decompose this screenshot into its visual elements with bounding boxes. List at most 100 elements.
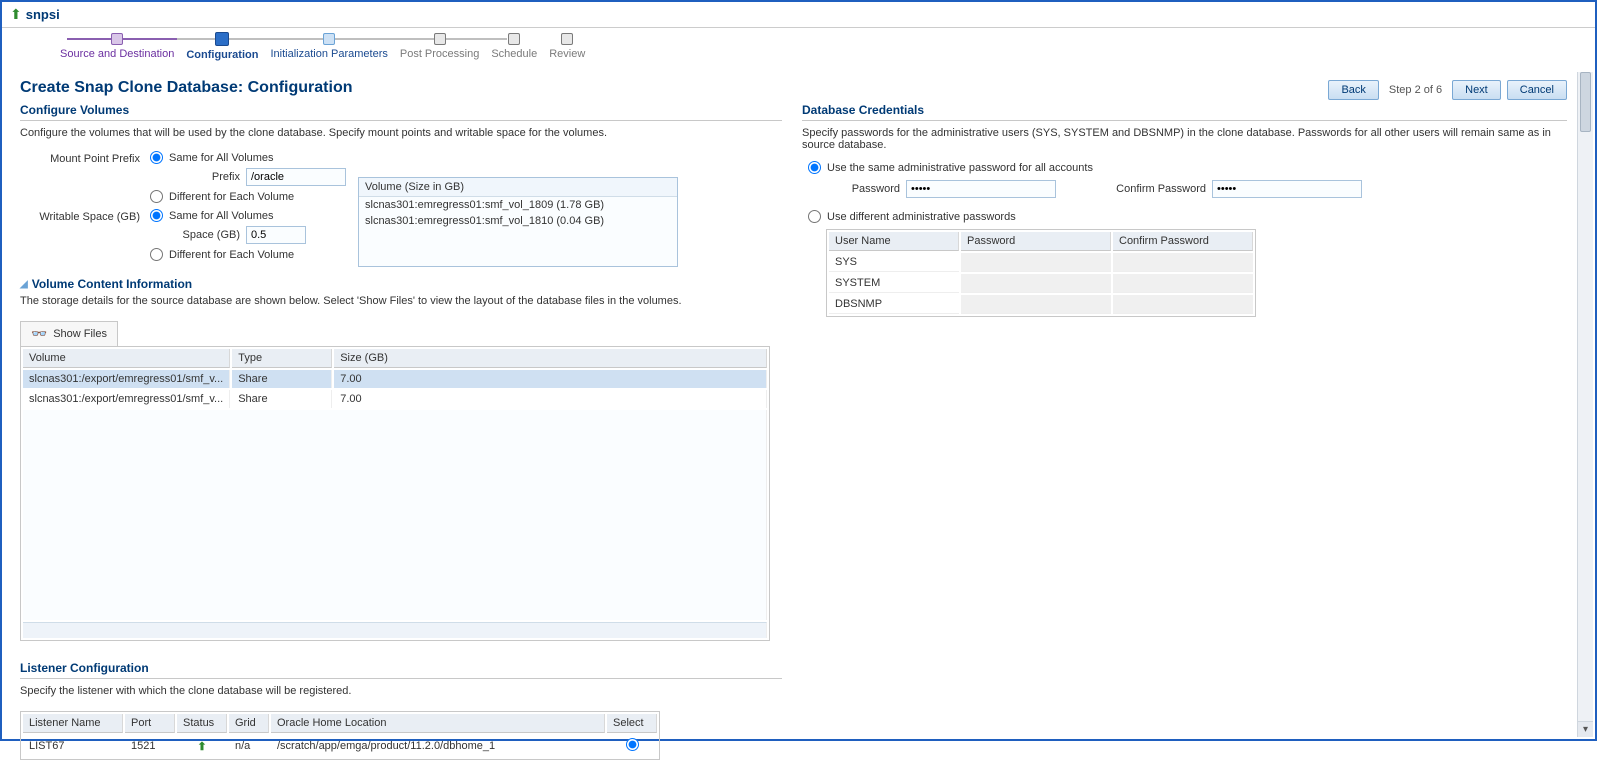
train-step-2-box[interactable] <box>215 32 229 46</box>
lcol-select: Select <box>607 714 657 733</box>
page-header: ⬆ snpsi <box>2 2 1595 28</box>
show-files-button[interactable]: 👓 Show Files <box>20 321 118 346</box>
ccol-cpw: Confirm Password <box>1113 232 1253 251</box>
lcol-port: Port <box>125 714 175 733</box>
lcol-name: Listener Name <box>23 714 123 733</box>
listener-select-radio[interactable] <box>626 738 639 751</box>
credentials-title: Database Credentials <box>802 101 1567 121</box>
writable-same-radio[interactable] <box>150 209 163 222</box>
show-files-label: Show Files <box>53 328 107 340</box>
cred-pw-cell[interactable] <box>961 253 1111 272</box>
confirm-password-input[interactable] <box>1212 180 1362 198</box>
lcell-grid: n/a <box>229 735 269 757</box>
listener-title: Listener Configuration <box>20 659 782 679</box>
writable-same-label: Same for All Volumes <box>169 210 274 222</box>
step-indicator: Step 2 of 6 <box>1385 84 1446 96</box>
cell-volume: slcnas301:/export/emregress01/smf_v... <box>23 370 230 388</box>
table-row[interactable]: slcnas301:/export/emregress01/smf_v... S… <box>23 370 767 388</box>
prefix-input[interactable] <box>246 168 346 186</box>
train-step-3-box[interactable] <box>323 33 335 45</box>
mount-diff-radio[interactable] <box>150 190 163 203</box>
cred-cpw-cell[interactable] <box>1113 253 1253 272</box>
prefix-sublabel: Prefix <box>168 171 240 183</box>
cred-pw-cell[interactable] <box>961 274 1111 293</box>
cell-type: Share <box>232 370 332 388</box>
train-step-3-label[interactable]: Initialization Parameters <box>270 48 387 60</box>
volume-content-desc: The storage details for the source datab… <box>12 293 782 317</box>
space-sublabel: Space (GB) <box>168 229 240 241</box>
confirm-password-label: Confirm Password <box>1086 183 1206 195</box>
train-step-5-label: Schedule <box>491 48 537 60</box>
cred-same-label: Use the same administrative password for… <box>827 162 1093 174</box>
cred-pw-cell[interactable] <box>961 295 1111 314</box>
lcol-grid: Grid <box>229 714 269 733</box>
password-input[interactable] <box>906 180 1056 198</box>
vertical-scrollbar[interactable]: ▾ <box>1577 72 1593 737</box>
train-step-4-box <box>434 33 446 45</box>
volume-content-title-text: Volume Content Information <box>32 277 192 291</box>
train-step-1-label[interactable]: Source and Destination <box>60 48 174 60</box>
volume-list-header: Volume (Size in GB) <box>359 178 677 197</box>
space-input[interactable] <box>246 226 306 244</box>
grid-empty-space <box>23 410 767 620</box>
lcell-name: LIST67 <box>23 735 123 757</box>
status-up-icon: ⬆ <box>197 741 206 753</box>
grid-footer <box>23 622 767 638</box>
col-volume[interactable]: Volume <box>23 349 230 368</box>
volume-list: Volume (Size in GB) slcnas301:emregress0… <box>358 177 678 267</box>
cell-type: Share <box>232 390 332 408</box>
mount-point-label: Mount Point Prefix <box>20 151 150 165</box>
col-size[interactable]: Size (GB) <box>334 349 767 368</box>
cell-size: 7.00 <box>334 370 767 388</box>
next-button[interactable]: Next <box>1452 80 1501 100</box>
volume-row-0: slcnas301:emregress01:smf_vol_1809 (1.78… <box>359 197 677 213</box>
cred-row: DBSNMP <box>829 295 1253 314</box>
volume-row-1: slcnas301:emregress01:smf_vol_1810 (0.04… <box>359 213 677 229</box>
up-arrow-icon[interactable]: ⬆ <box>10 6 22 23</box>
configure-volumes-title: Configure Volumes <box>20 101 782 121</box>
scrollbar-thumb[interactable] <box>1580 72 1591 132</box>
train-step-6-label: Review <box>549 48 585 60</box>
mount-diff-label: Different for Each Volume <box>169 191 294 203</box>
cred-row: SYSTEM <box>829 274 1253 293</box>
cell-size: 7.00 <box>334 390 767 408</box>
train-step-6-box <box>561 33 573 45</box>
train-step-2-label[interactable]: Configuration <box>186 49 258 61</box>
lcell-home: /scratch/app/emga/product/11.2.0/dbhome_… <box>271 735 605 757</box>
train-step-5-box <box>508 33 520 45</box>
train-step-4-label: Post Processing <box>400 48 479 60</box>
listener-row[interactable]: LIST67 1521 ⬆ n/a /scratch/app/emga/prod… <box>23 735 657 757</box>
password-label: Password <box>830 183 900 195</box>
cancel-button[interactable]: Cancel <box>1507 80 1567 100</box>
writable-diff-radio[interactable] <box>150 248 163 261</box>
credentials-desc: Specify passwords for the administrative… <box>802 125 1567 161</box>
wizard-train: Source and Destination Configuration Ini… <box>2 28 1595 71</box>
col-type[interactable]: Type <box>232 349 332 368</box>
train-step-1-box[interactable] <box>111 33 123 45</box>
lcol-status: Status <box>177 714 227 733</box>
cell-volume: slcnas301:/export/emregress01/smf_v... <box>23 390 230 408</box>
ccol-user: User Name <box>829 232 959 251</box>
scrollbar-down-arrow-icon[interactable]: ▾ <box>1578 721 1593 737</box>
cred-cpw-cell[interactable] <box>1113 274 1253 293</box>
cred-diff-label: Use different administrative passwords <box>827 211 1016 223</box>
writable-diff-label: Different for Each Volume <box>169 249 294 261</box>
db-name[interactable]: snpsi <box>26 7 60 22</box>
volume-content-title: ◢ Volume Content Information <box>12 267 782 293</box>
cred-diff-radio[interactable] <box>808 210 821 223</box>
cred-same-radio[interactable] <box>808 161 821 174</box>
lcell-port: 1521 <box>125 735 175 757</box>
listener-desc: Specify the listener with which the clon… <box>12 683 782 707</box>
cred-user: DBSNMP <box>829 295 959 314</box>
cred-row: SYS <box>829 253 1253 272</box>
disclosure-triangle-icon[interactable]: ◢ <box>20 279 28 290</box>
volume-content-table: Volume Type Size (GB) slcnas301:/export/… <box>20 346 770 641</box>
mount-same-radio[interactable] <box>150 151 163 164</box>
listener-table: Listener Name Port Status Grid Oracle Ho… <box>20 711 660 760</box>
glasses-icon: 👓 <box>31 326 47 342</box>
page-actions: Back Step 2 of 6 Next Cancel <box>1328 80 1567 100</box>
cred-cpw-cell[interactable] <box>1113 295 1253 314</box>
back-button[interactable]: Back <box>1328 80 1378 100</box>
table-row[interactable]: slcnas301:/export/emregress01/smf_v... S… <box>23 390 767 408</box>
mount-same-label: Same for All Volumes <box>169 152 274 164</box>
